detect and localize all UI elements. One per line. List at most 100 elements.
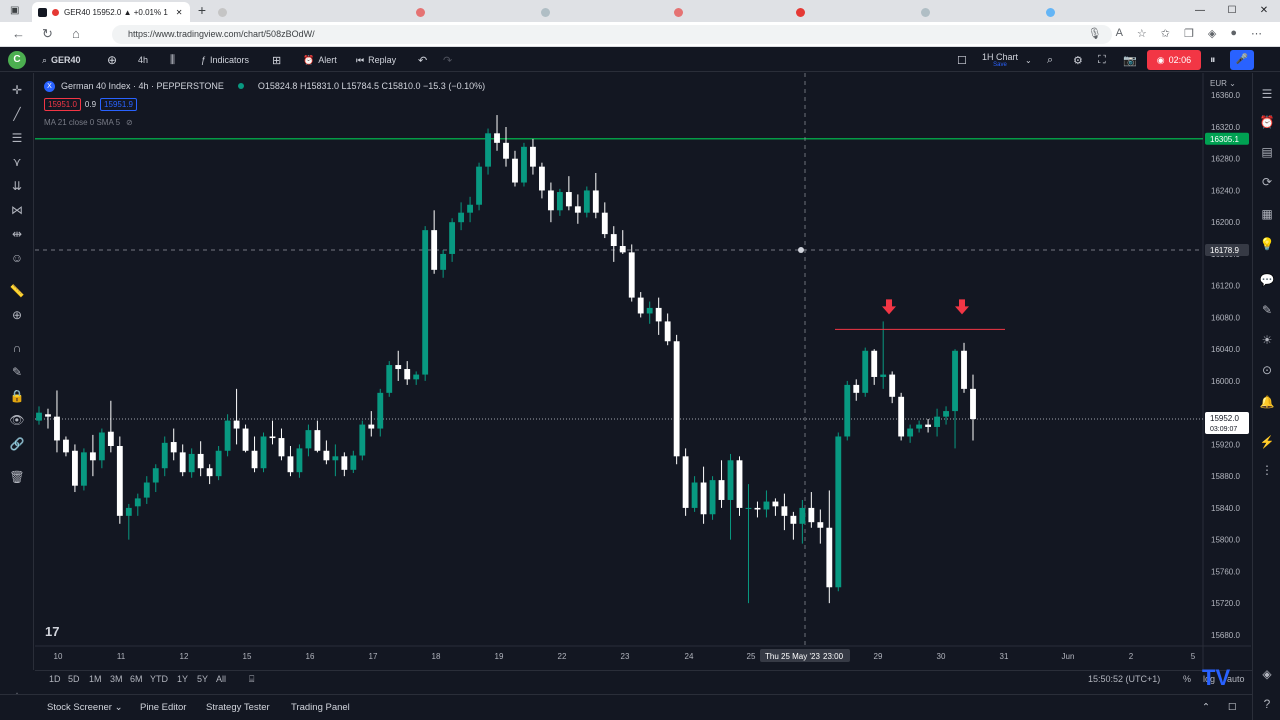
data-window-icon[interactable]: ▤: [1258, 143, 1276, 161]
layers-icon[interactable]: ◈: [1258, 665, 1276, 683]
emoji-icon[interactable]: ☺: [8, 249, 26, 267]
close-window-icon[interactable]: ✕: [1248, 0, 1280, 22]
close-tab-icon[interactable]: ✕: [176, 8, 183, 17]
browser-tab[interactable]: [790, 2, 910, 22]
url-field[interactable]: https://www.tradingview.com/chart/508zBO…: [112, 25, 1112, 44]
ruler-icon[interactable]: 📏: [8, 282, 26, 300]
tab-pine-editor[interactable]: Pine Editor: [140, 702, 186, 713]
favorites-icon[interactable]: ✩: [1161, 27, 1170, 40]
zoom-icon[interactable]: ⊕: [8, 306, 26, 324]
range-3m[interactable]: 3M: [110, 674, 123, 684]
chart-pane[interactable]: EUR ⌄ 16360.0 16320.0 16280.0 16240.0 16200.0…: [35, 73, 1251, 670]
chats-icon[interactable]: 💬: [1258, 271, 1276, 289]
browser-tab[interactable]: [535, 2, 665, 22]
buy-button[interactable]: 15951.9: [100, 98, 137, 111]
minimize-icon[interactable]: —: [1184, 0, 1216, 22]
microphone-icon[interactable]: 🎙: [1088, 27, 1102, 40]
range-1d[interactable]: 1D: [49, 674, 61, 684]
maximize-panel-icon[interactable]: ☐: [1228, 702, 1237, 713]
streams-icon[interactable]: ⊙: [1258, 361, 1276, 379]
tab-trading-panel[interactable]: Trading Panel: [291, 702, 350, 713]
notes-icon[interactable]: ✎: [1258, 301, 1276, 319]
profile-avatar[interactable]: ●: [1230, 27, 1237, 40]
collapse-panel-icon[interactable]: ⌃: [1202, 702, 1210, 713]
eye-icon[interactable]: 👁: [8, 411, 26, 429]
compare-symbol-button[interactable]: ⊕: [107, 48, 117, 72]
ma-indicator-label[interactable]: MA 21 close 0 SMA 5: [44, 118, 120, 127]
quick-search-button[interactable]: ⌕: [1047, 48, 1053, 72]
browser-tab[interactable]: [410, 2, 530, 22]
candlestick-chart[interactable]: EUR ⌄ 16360.0 16320.0 16280.0 16240.0 16200.0…: [35, 73, 1251, 670]
settings-button[interactable]: ⚙: [1073, 48, 1083, 72]
symbol-search[interactable]: ⌕ GER40: [42, 48, 81, 72]
templates-button[interactable]: ⊞: [272, 48, 281, 72]
trend-line-icon[interactable]: ╱: [8, 105, 26, 123]
home-icon[interactable]: ⌂: [72, 26, 80, 41]
indicators-button[interactable]: ƒ Indicators: [201, 48, 249, 72]
alert-button[interactable]: ⏰ Alert: [303, 48, 337, 72]
undo-button[interactable]: ↶: [418, 48, 427, 72]
stay-drawing-icon[interactable]: ✎: [8, 363, 26, 381]
trash-icon[interactable]: 🗑: [8, 468, 26, 486]
notifications-icon[interactable]: 🔔: [1258, 393, 1276, 411]
replay-button[interactable]: ⏮ Replay: [356, 48, 396, 72]
layout-select-button[interactable]: ☐: [957, 48, 967, 72]
read-aloud-icon[interactable]: A: [1116, 27, 1123, 40]
percent-scale-toggle[interactable]: %: [1183, 674, 1191, 684]
browser-tab[interactable]: [212, 2, 392, 22]
back-icon[interactable]: ←: [12, 26, 25, 41]
ideas-icon[interactable]: 💡: [1258, 235, 1276, 253]
collections-icon[interactable]: ❐: [1184, 27, 1194, 40]
hidden-eye-icon[interactable]: ⊘: [126, 118, 133, 127]
horizontal-lines-icon[interactable]: ☰: [8, 129, 26, 147]
maximize-icon[interactable]: ☐: [1216, 0, 1248, 22]
user-avatar[interactable]: C: [8, 51, 26, 69]
link-icon[interactable]: 🔗: [8, 435, 26, 453]
browser-tab[interactable]: [668, 2, 788, 22]
prediction-icon[interactable]: ⇹: [8, 225, 26, 243]
favorite-star-icon[interactable]: ☆: [1137, 27, 1147, 40]
range-6m[interactable]: 6M: [130, 674, 143, 684]
tab-strategy-tester[interactable]: Strategy Tester: [206, 702, 270, 713]
more-menu-icon[interactable]: ⋯: [1251, 27, 1262, 40]
reload-icon[interactable]: ↻: [42, 26, 53, 42]
trade-icon[interactable]: ⚡: [1258, 433, 1276, 451]
magnet-icon[interactable]: ∩: [8, 339, 26, 357]
browser-tab-active[interactable]: GER40 15952.0 ▲ +0.01% 1 ✕: [32, 2, 190, 22]
crosshair-icon[interactable]: ✛: [8, 81, 26, 99]
snapshot-button[interactable]: 📷: [1123, 48, 1137, 72]
clock-timezone[interactable]: 15:50:52 (UTC+1): [1088, 674, 1160, 684]
chart-type-button[interactable]: ⫼: [170, 48, 175, 72]
alerts-icon[interactable]: ⏰: [1258, 113, 1276, 131]
legend-title[interactable]: German 40 Index · 4h · PEPPERSTONE: [61, 81, 224, 91]
calendar-icon[interactable]: ▦: [1258, 205, 1276, 223]
goto-date-icon[interactable]: ⌸: [249, 674, 254, 685]
tab-actions-icon[interactable]: ▣: [10, 5, 19, 16]
lock-icon[interactable]: 🔒: [8, 387, 26, 405]
layout-name-button[interactable]: 1H Chart Save: [982, 48, 1018, 72]
range-all[interactable]: All: [216, 674, 226, 684]
new-tab-button[interactable]: +: [194, 3, 210, 19]
recording-timer-button[interactable]: ◉ 02:06: [1147, 50, 1201, 70]
range-5y[interactable]: 5Y: [197, 674, 208, 684]
help-bulb-icon[interactable]: ☀: [1258, 331, 1276, 349]
sell-button[interactable]: 15951.0: [44, 98, 81, 111]
watchlist-icon[interactable]: ☰: [1258, 85, 1276, 103]
browser-tab[interactable]: [1040, 2, 1160, 22]
pine-icon[interactable]: ⋮: [1258, 461, 1276, 479]
fib-icon[interactable]: ⇊: [8, 177, 26, 195]
redo-button[interactable]: ↷: [443, 48, 452, 72]
layout-dropdown[interactable]: ⌄: [1025, 48, 1032, 72]
fullscreen-button[interactable]: ⛶: [1098, 48, 1106, 72]
help-icon[interactable]: ?: [1258, 695, 1276, 713]
publish-button[interactable]: 🎤: [1230, 50, 1254, 70]
range-1y[interactable]: 1Y: [177, 674, 188, 684]
pitchfork-icon[interactable]: ⋎: [8, 153, 26, 171]
range-1m[interactable]: 1M: [89, 674, 102, 684]
pattern-icon[interactable]: ⋈: [8, 201, 26, 219]
tab-stock-screener[interactable]: Stock Screener ⌄: [47, 702, 123, 713]
interval-button[interactable]: 4h: [138, 48, 148, 72]
range-5d[interactable]: 5D: [68, 674, 80, 684]
range-ytd[interactable]: YTD: [150, 674, 168, 684]
hotlists-icon[interactable]: ⟳: [1258, 173, 1276, 191]
